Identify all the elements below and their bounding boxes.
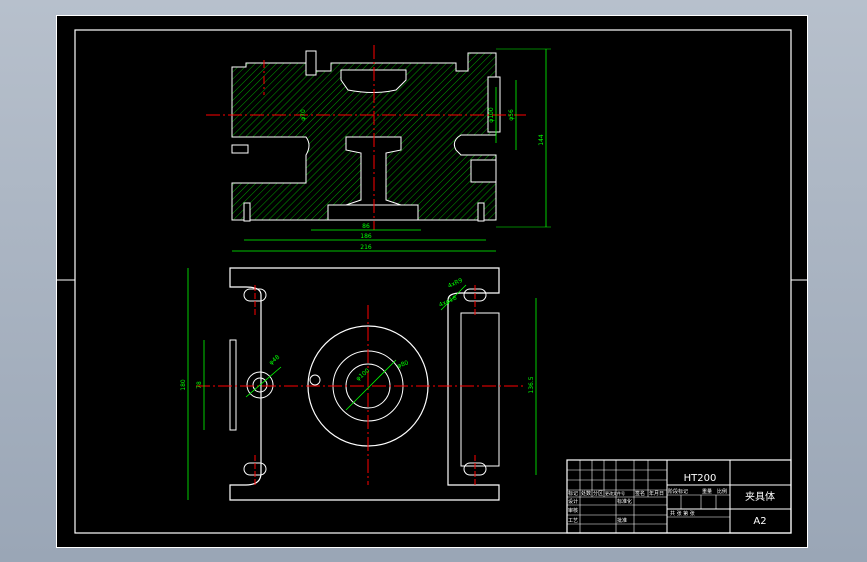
dim-text-180: 180 xyxy=(180,379,187,391)
part-name-text: 夹具体 xyxy=(745,490,775,503)
plate-outline xyxy=(229,267,500,501)
tb-label-stage: 阶段标记 xyxy=(668,488,688,495)
drawing-sheet[interactable]: 86 186 216 144 φ56 φ100 φ70 180 78 136.5… xyxy=(56,15,808,548)
right-flange xyxy=(487,76,501,133)
tb-label-weight: 重量 xyxy=(702,488,712,495)
material-text: HT200 xyxy=(684,473,717,484)
tb-label-review: 审核 xyxy=(568,507,578,514)
tb-label-mark: 标记 xyxy=(568,490,578,497)
tb-label-sheets: 共 张 第 张 xyxy=(670,510,695,517)
title-block: HT200 夹具体 A2 标记 处数 分区 更改文件号 签名 年月日 设计 标准… xyxy=(566,459,792,534)
dim-text-phi100: φ100 xyxy=(355,367,371,382)
left-bolt xyxy=(243,202,251,222)
dim-text-216: 216 xyxy=(360,244,372,251)
dim-text-phi100: φ100 xyxy=(488,107,495,123)
right-bolt xyxy=(477,202,485,222)
tb-label-design: 设计 xyxy=(568,498,578,505)
plan-view: 180 78 136.5 φ80 φ100 φ48 4xR9 4xφ18 xyxy=(180,267,537,501)
tb-label-date: 年月日 xyxy=(649,490,664,497)
tb-label-sign: 签名 xyxy=(635,490,645,497)
sheet-size-text: A2 xyxy=(753,516,766,527)
side-screw xyxy=(231,144,249,154)
drawing-canvas[interactable]: 86 186 216 144 φ56 φ100 φ70 180 78 136.5… xyxy=(56,15,808,548)
tb-label-craft: 工艺 xyxy=(568,518,578,524)
leader-phi80 xyxy=(345,359,397,411)
dim-text-144: 144 xyxy=(538,134,545,146)
base-pad xyxy=(327,204,419,221)
tb-label-count: 处数 xyxy=(581,490,591,497)
dim-text-phi80: φ80 xyxy=(396,359,409,370)
dim-text-136: 136.5 xyxy=(528,376,535,393)
cad-window: 86 186 216 144 φ56 φ100 φ70 180 78 136.5… xyxy=(0,0,867,562)
tb-label-approve: 批准 xyxy=(617,517,627,524)
right-boss xyxy=(460,312,500,467)
top-bolt xyxy=(305,50,317,76)
tb-label-scale: 比例 xyxy=(717,488,727,495)
dim-text-186: 186 xyxy=(360,233,372,240)
dim-text-78: 78 xyxy=(196,381,203,389)
dim-text-86: 86 xyxy=(362,223,370,230)
tb-label-standardize: 标准化 xyxy=(617,498,632,505)
leader-phi48 xyxy=(245,366,282,398)
tb-label-zone: 分区 xyxy=(593,490,603,497)
pin-hole xyxy=(309,374,321,386)
dim-text-phi70: φ70 xyxy=(300,109,307,121)
dim-text-slot-r: 4xR9 xyxy=(447,277,464,290)
section-view: 86 186 216 144 φ56 φ100 φ70 xyxy=(206,45,551,252)
left-recess xyxy=(229,339,237,431)
tb-label-change: 更改文件号 xyxy=(605,490,625,496)
dim-text-phi48: φ48 xyxy=(268,354,282,367)
side-pocket xyxy=(470,159,497,183)
dim-text-phi56: φ56 xyxy=(508,109,515,121)
